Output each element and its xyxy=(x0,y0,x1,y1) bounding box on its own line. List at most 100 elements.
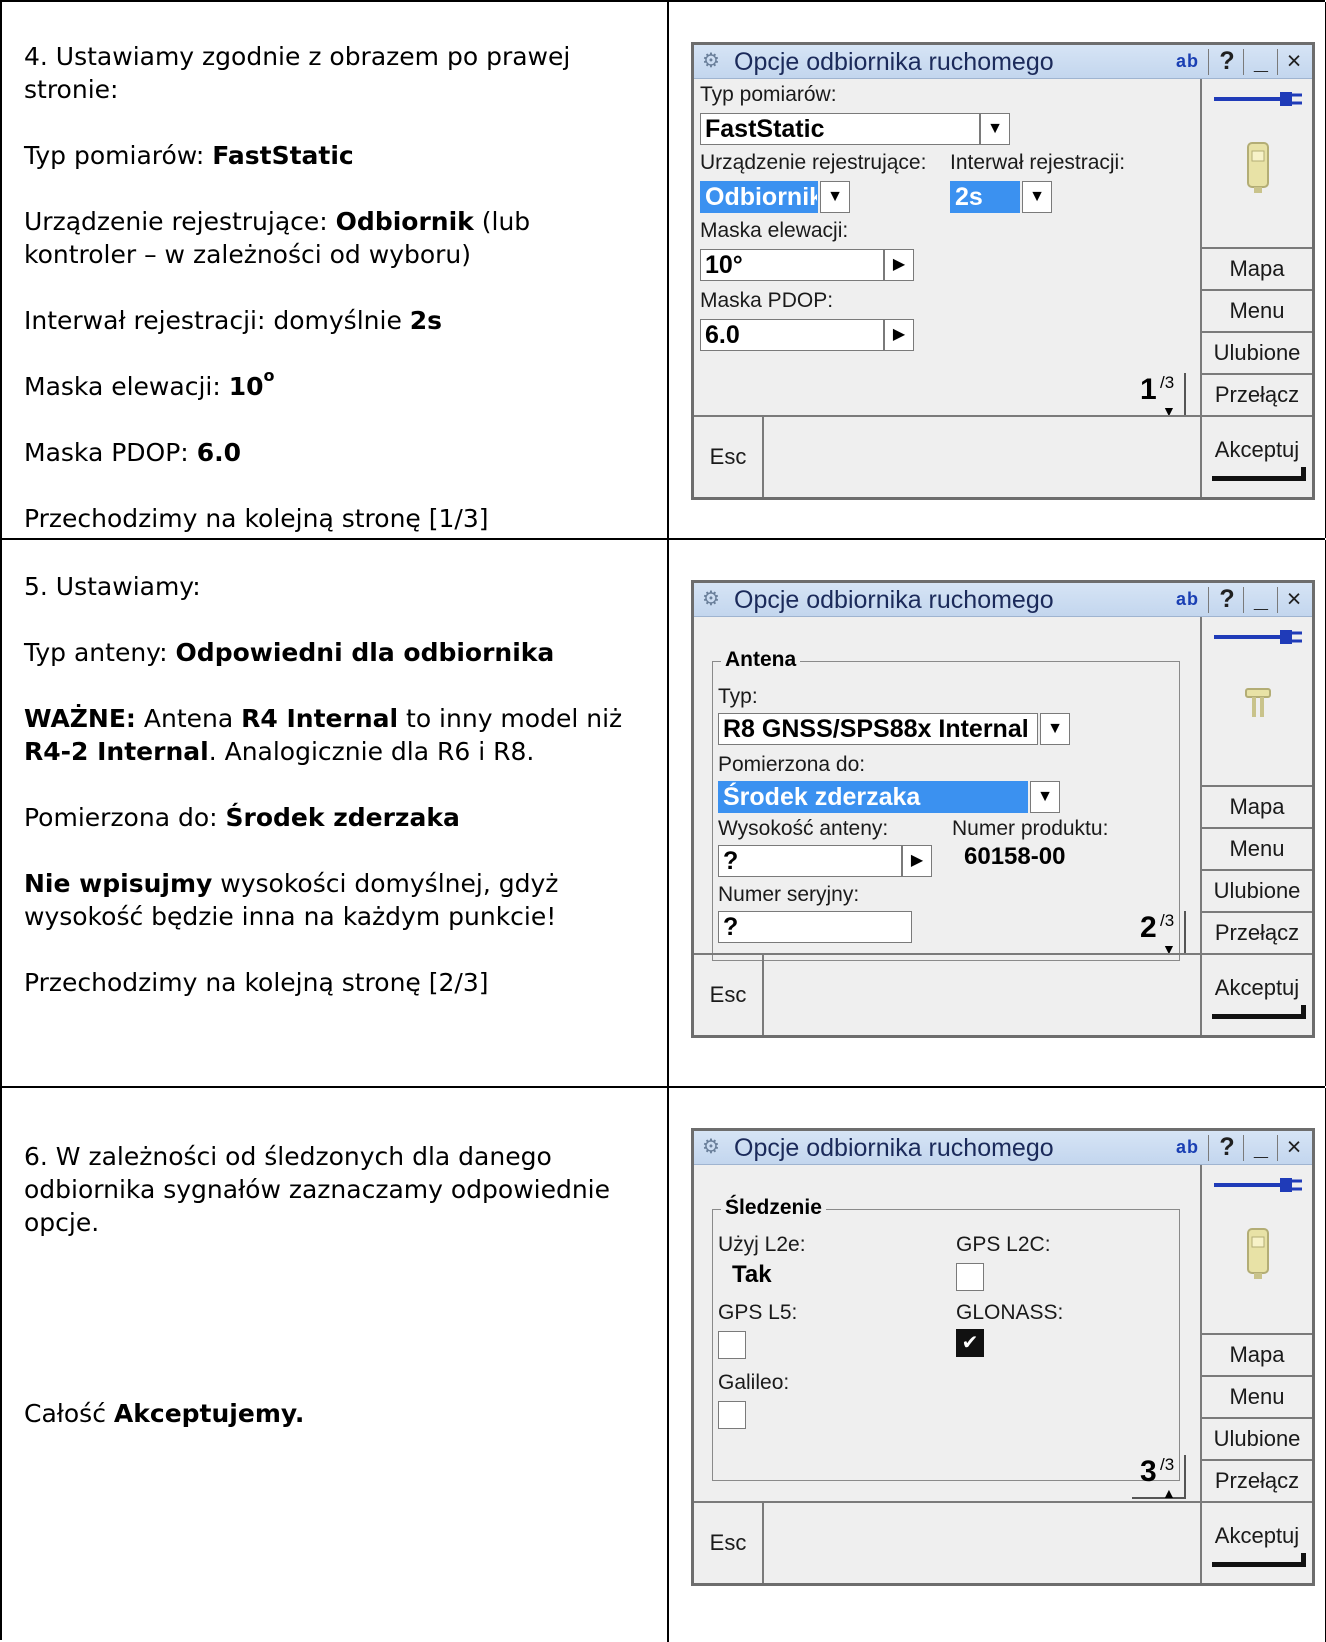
logging-interval-select[interactable]: 2s xyxy=(950,181,1020,213)
screenshot-cell: ⚙ Opcje odbiornika ruchomego ab ? _ × Ty… xyxy=(671,2,1326,538)
input-mode-badge[interactable]: ab xyxy=(1176,1137,1199,1158)
page-indicator[interactable]: 3 /3 ▲ xyxy=(1132,1455,1186,1501)
antenna-type-select[interactable]: R8 GNSS/SPS88x Internal xyxy=(718,713,1038,745)
help-button[interactable]: ? xyxy=(1212,1133,1242,1161)
esc-button[interactable]: Esc xyxy=(694,955,764,1035)
enter-key-icon xyxy=(1212,1005,1306,1019)
l2e-value[interactable]: Tak xyxy=(732,1261,772,1289)
measured-to-label: Pomierzona do: xyxy=(718,753,866,776)
map-button[interactable]: Mapa xyxy=(1202,787,1312,829)
next-page-note: Przechodzimy na kolejną stronę [2/3] xyxy=(24,968,489,997)
gps-l5-label: GPS L5: xyxy=(718,1301,798,1324)
side-panel: Mapa Menu Ulubione Przełącz Akceptuj xyxy=(1200,617,1312,1035)
menu-button[interactable]: Menu xyxy=(1202,1377,1312,1419)
title-bar: ⚙ Opcje odbiornika ruchomego ab ? _ × xyxy=(694,583,1312,617)
map-button[interactable]: Mapa xyxy=(1202,1335,1312,1377)
screenshot-cell: ⚙ Opcje odbiornika ruchomego ab ? _ × An… xyxy=(671,540,1326,1086)
glonass-checkbox[interactable]: ✔ xyxy=(956,1329,984,1357)
instruction-text: 6. W zależności od śledzonych dla danego… xyxy=(24,1140,649,1430)
galileo-label: Galileo: xyxy=(718,1371,790,1394)
input-mode-badge[interactable]: ab xyxy=(1176,51,1199,72)
accept-button[interactable]: Akceptuj xyxy=(1202,955,1312,1035)
bottom-bar: Esc xyxy=(694,1501,1200,1583)
receiver-options-window: ⚙ Opcje odbiornika ruchomego ab ? _ × Śl… xyxy=(691,1128,1315,1586)
step-heading: 4. Ustawiamy zgodnie z obrazem po prawej… xyxy=(24,42,571,104)
gps-l5-checkbox[interactable] xyxy=(718,1331,746,1359)
page-total: /3 xyxy=(1160,373,1175,392)
pdop-mask-label: Maska PDOP: xyxy=(700,289,834,312)
input-mode-badge[interactable]: ab xyxy=(1176,589,1199,610)
close-button[interactable]: × xyxy=(1278,1133,1310,1161)
switch-button[interactable]: Przełącz xyxy=(1202,1461,1312,1503)
accept-button[interactable]: Akceptuj xyxy=(1202,1503,1312,1583)
text-value: Odbiornik xyxy=(335,207,474,236)
close-button[interactable]: × xyxy=(1278,47,1310,75)
chevron-down-icon[interactable]: ▼ xyxy=(1040,713,1070,745)
step-heading: 5. Ustawiamy: xyxy=(24,572,201,601)
enter-key-icon xyxy=(1212,467,1306,481)
esc-button[interactable]: Esc xyxy=(694,1503,764,1583)
galileo-checkbox[interactable] xyxy=(718,1401,746,1429)
arrow-right-icon[interactable]: ▶ xyxy=(902,845,932,877)
logging-device-label: Urządzenie rejestrujące: xyxy=(700,151,927,174)
serial-number-input[interactable]: ? xyxy=(718,911,912,943)
page-up-icon: ▲ xyxy=(1162,1485,1176,1501)
text-label: Maska elewacji: xyxy=(24,372,221,401)
survey-type-select[interactable]: FastStatic xyxy=(700,113,980,145)
chevron-down-icon[interactable]: ▼ xyxy=(980,113,1010,145)
pdop-mask-input[interactable]: 6.0 xyxy=(700,319,884,351)
page-indicator[interactable]: 2 /3 ▼ xyxy=(1132,911,1186,957)
switch-button[interactable]: Przełącz xyxy=(1202,913,1312,955)
esc-button[interactable]: Esc xyxy=(694,417,764,497)
accept-button[interactable]: Akceptuj xyxy=(1202,417,1312,497)
product-number-value: 60158-00 xyxy=(964,843,1066,870)
measured-to-select[interactable]: Środek zderzaka xyxy=(718,781,1028,813)
instruction-text: 4. Ustawiamy zgodnie z obrazem po prawej… xyxy=(24,40,649,535)
favorites-button[interactable]: Ulubione xyxy=(1202,1419,1312,1461)
table-row: 6. W zależności od śledzonych dla danego… xyxy=(2,1088,1326,1642)
antenna-type-label: Typ: xyxy=(718,685,758,708)
gps-l2c-checkbox[interactable] xyxy=(956,1263,984,1291)
help-button[interactable]: ? xyxy=(1212,47,1242,75)
plug-icon xyxy=(1214,1178,1302,1192)
arrow-right-icon[interactable]: ▶ xyxy=(884,249,914,281)
enter-key-icon xyxy=(1212,1553,1306,1567)
status-area xyxy=(1202,79,1312,249)
map-button[interactable]: Mapa xyxy=(1202,249,1312,291)
minimize-button[interactable]: _ xyxy=(1246,1133,1276,1161)
chevron-down-icon[interactable]: ▼ xyxy=(1022,181,1052,213)
page-number: 3 xyxy=(1140,1455,1157,1488)
favorites-button[interactable]: Ulubione xyxy=(1202,871,1312,913)
serial-number-label: Numer seryjny: xyxy=(718,883,860,906)
page-indicator[interactable]: 1 /3 ▼ xyxy=(1132,373,1186,419)
close-button[interactable]: × xyxy=(1278,585,1310,613)
text-label: Interwał rejestracji: domyślnie xyxy=(24,306,402,335)
arrow-right-icon[interactable]: ▶ xyxy=(884,319,914,351)
text-value: R4 Internal xyxy=(241,704,399,733)
logging-device-select[interactable]: Odbiornik xyxy=(700,181,818,213)
window-title: Opcje odbiornika ruchomego xyxy=(734,1134,1054,1162)
minimize-button[interactable]: _ xyxy=(1246,47,1276,75)
help-button[interactable]: ? xyxy=(1212,585,1242,613)
l2e-label: Użyj L2e: xyxy=(718,1233,806,1256)
elevation-mask-input[interactable]: 10° xyxy=(700,249,884,281)
plug-icon xyxy=(1214,630,1302,644)
window-title: Opcje odbiornika ruchomego xyxy=(734,586,1054,614)
chevron-down-icon[interactable]: ▼ xyxy=(1030,781,1060,813)
favorites-button[interactable]: Ulubione xyxy=(1202,333,1312,375)
text-value: Odpowiedni dla odbiornika xyxy=(175,638,555,667)
chevron-down-icon[interactable]: ▼ xyxy=(820,181,850,213)
antenna-height-input[interactable]: ? xyxy=(718,845,902,877)
minimize-button[interactable]: _ xyxy=(1246,585,1276,613)
page-total: /3 xyxy=(1160,1455,1175,1474)
gps-l2c-label: GPS L2C: xyxy=(956,1233,1051,1256)
switch-button[interactable]: Przełącz xyxy=(1202,375,1312,417)
text-label: Maska PDOP: xyxy=(24,438,189,467)
text-value: 2s xyxy=(409,306,443,335)
product-number-label: Numer produktu: xyxy=(952,817,1109,840)
menu-button[interactable]: Menu xyxy=(1202,829,1312,871)
text-value: Akceptujemy. xyxy=(113,1399,305,1428)
menu-button[interactable]: Menu xyxy=(1202,291,1312,333)
elevation-mask-label: Maska elewacji: xyxy=(700,219,849,242)
satellite-icon: ⚙ xyxy=(702,1136,720,1158)
